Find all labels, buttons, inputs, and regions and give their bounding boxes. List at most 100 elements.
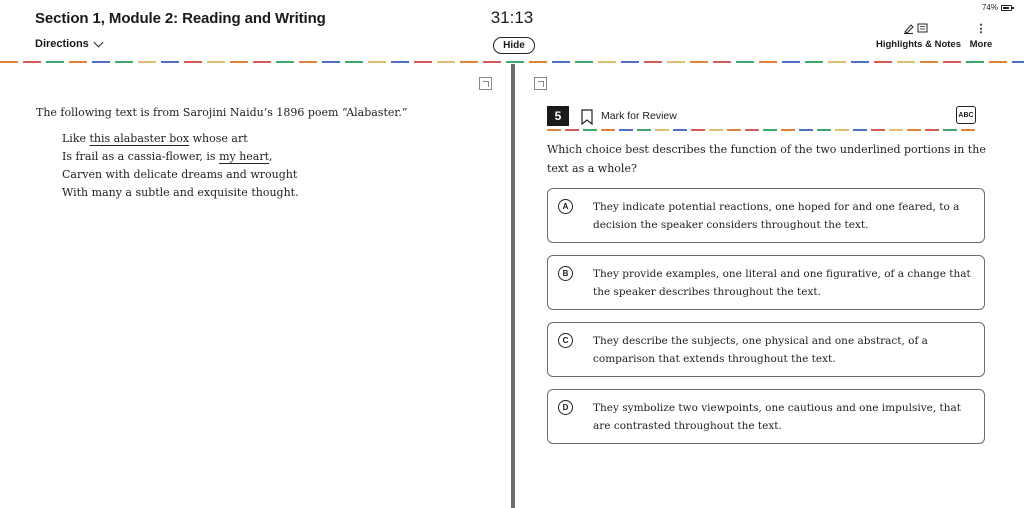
question-number: 5 [547, 106, 569, 126]
directions-toggle[interactable]: Directions [35, 37, 104, 50]
dash-segment [138, 61, 156, 63]
dash-segment [667, 61, 685, 63]
dash-segment [736, 61, 754, 63]
dash-segment [835, 129, 849, 131]
dash-segment [920, 61, 938, 63]
dash-segment [874, 61, 892, 63]
poem-line: Like this alabaster box whose art [62, 132, 248, 145]
battery-level: 74% [981, 3, 998, 12]
chevron-down-icon [93, 37, 104, 47]
dash-segment [230, 61, 248, 63]
dash-segment [763, 129, 777, 131]
dash-segment [184, 61, 202, 63]
poem-line: Carven with delicate dreams and wrought [62, 168, 298, 181]
highlight-note-icons [876, 22, 958, 36]
hide-timer-button[interactable]: Hide [493, 37, 535, 54]
dash-segment [391, 61, 409, 63]
choice-letter-c: C [558, 333, 573, 348]
dash-segment [506, 61, 524, 63]
dash-segment [828, 61, 846, 63]
dash-segment [690, 61, 708, 63]
dash-segment [897, 61, 915, 63]
dash-segment [673, 129, 687, 131]
underlined-portion: my heart [219, 150, 270, 163]
dash-segment [92, 61, 110, 63]
expand-icon[interactable] [479, 77, 492, 90]
answer-choice-d[interactable]: D They symbolize two viewpoints, one cau… [547, 389, 985, 444]
pen-icon [904, 23, 928, 34]
dash-segment [691, 129, 705, 131]
dash-segment [414, 61, 432, 63]
battery-status: 74% [981, 3, 1014, 12]
poem: Like this alabaster box whose art Is fra… [62, 130, 299, 202]
dash-segment [851, 61, 869, 63]
answer-choice-c[interactable]: C They describe the subjects, one physic… [547, 322, 985, 377]
dash-segment [368, 61, 386, 63]
highlights-notes-label: Highlights & Notes [876, 39, 961, 50]
mark-for-review-label[interactable]: Mark for Review [601, 110, 677, 122]
dash-segment [799, 129, 813, 131]
dash-segment [69, 61, 87, 63]
dash-segment [115, 61, 133, 63]
more-button[interactable]: ⋮ More [964, 22, 998, 50]
bookmark-icon[interactable] [581, 109, 593, 125]
dash-segment [907, 129, 921, 131]
underlined-portion: this alabaster box [89, 132, 190, 145]
dash-segment [961, 129, 975, 131]
dash-segment [871, 129, 885, 131]
dash-segment [644, 61, 662, 63]
answer-choice-a[interactable]: A They indicate potential reactions, one… [547, 188, 985, 243]
dash-segment [889, 129, 903, 131]
dash-segment [1012, 61, 1024, 63]
battery-icon [1001, 4, 1014, 11]
dash-segment [805, 61, 823, 63]
dash-segment [709, 129, 723, 131]
dash-segment [552, 61, 570, 63]
choice-letter-a: A [558, 199, 573, 214]
dash-segment [989, 61, 1007, 63]
dash-segment [759, 61, 777, 63]
choice-text-b: They provide examples, one literal and o… [593, 268, 971, 298]
directions-label: Directions [35, 38, 89, 50]
question-header: 5 Mark for Review [547, 106, 977, 128]
dash-segment [299, 61, 317, 63]
dash-segment [565, 129, 579, 131]
answer-choice-b[interactable]: B They provide examples, one literal and… [547, 255, 985, 310]
top-bar: Section 1, Module 2: Reading and Writing… [0, 0, 1024, 62]
collapse-icon[interactable] [534, 77, 547, 90]
dash-segment [601, 129, 615, 131]
dash-segment [619, 129, 633, 131]
dash-segment [161, 61, 179, 63]
dash-segment [322, 61, 340, 63]
dash-segment [782, 61, 800, 63]
dash-segment [655, 129, 669, 131]
dash-segment [276, 61, 294, 63]
dash-segment [460, 61, 478, 63]
dash-segment [583, 129, 597, 131]
question-header-rule [547, 129, 975, 131]
dash-segment [817, 129, 831, 131]
choice-text-a: They indicate potential reactions, one h… [593, 201, 960, 231]
choice-letter-d: D [558, 400, 573, 415]
dash-segment [621, 61, 639, 63]
dash-segment [637, 129, 651, 131]
poem-line: Is frail as a cassia-flower, is my heart… [62, 150, 273, 163]
dash-segment [727, 129, 741, 131]
poem-line: With many a subtle and exquisite thought… [62, 186, 299, 199]
dash-segment [437, 61, 455, 63]
dash-segment [925, 129, 939, 131]
highlights-notes-button[interactable]: Highlights & Notes [876, 22, 961, 50]
answer-eliminator-button[interactable]: ABC [956, 106, 976, 124]
dash-segment [0, 61, 18, 63]
choice-text-c: They describe the subjects, one physical… [593, 335, 928, 365]
dash-segment [745, 129, 759, 131]
dash-segment [943, 129, 957, 131]
section-title: Section 1, Module 2: Reading and Writing [35, 10, 326, 27]
dash-segment [23, 61, 41, 63]
question-text: Which choice best describes the function… [547, 143, 986, 175]
choice-letter-b: B [558, 266, 573, 281]
dash-segment [46, 61, 64, 63]
dash-segment [547, 129, 561, 131]
dash-segment [966, 61, 984, 63]
dash-segment [529, 61, 547, 63]
